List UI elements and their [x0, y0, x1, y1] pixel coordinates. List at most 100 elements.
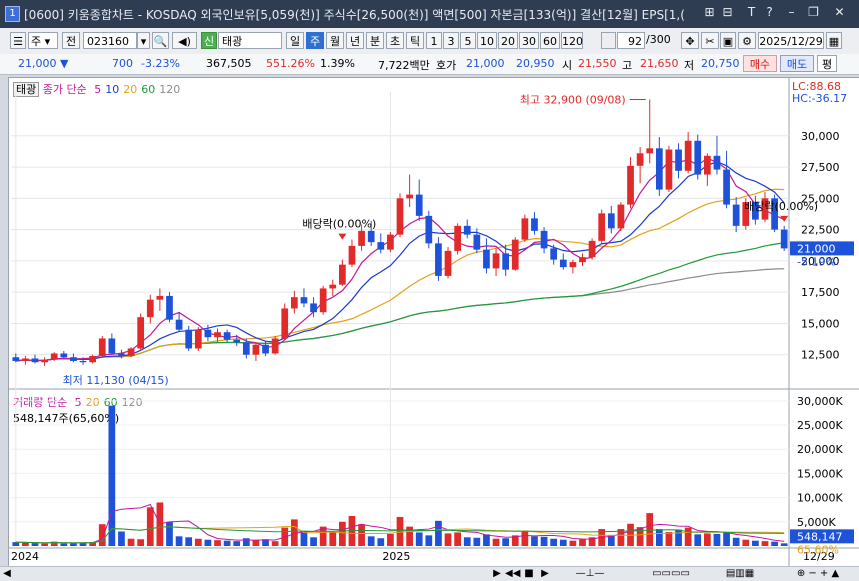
help-icon[interactable]: ?: [762, 5, 777, 20]
save-icon[interactable]: ▣: [720, 32, 736, 49]
minimize-button[interactable]: –: [784, 5, 799, 20]
interval-button-5[interactable]: 5: [460, 32, 476, 49]
volume-bar: [175, 536, 183, 546]
hc-label: HC:-36.17: [792, 92, 847, 105]
candle-body: [137, 317, 145, 349]
period-tab-0[interactable]: 일: [286, 32, 304, 49]
period-tab-5[interactable]: 초: [386, 32, 404, 49]
market-select[interactable]: 전: [62, 32, 80, 49]
sell-button[interactable]: 매도: [780, 55, 814, 72]
app-badge: 1: [5, 6, 20, 22]
volume-bar: [242, 538, 250, 546]
volume-bar: [463, 537, 471, 546]
candle-body: [319, 288, 327, 313]
candle-body: [156, 295, 164, 300]
volume-bar: [223, 540, 231, 546]
interval-button-60[interactable]: 60: [540, 32, 560, 49]
volume-bar: [742, 539, 750, 546]
last-volume-label: 548,147: [797, 530, 843, 543]
volume-bar: [406, 526, 413, 546]
interval-button-30[interactable]: 30: [519, 32, 539, 49]
date-input[interactable]: 2025/12/29: [758, 32, 824, 49]
interval-button-20[interactable]: 20: [498, 32, 518, 49]
close-button[interactable]: ✕: [832, 5, 847, 20]
volume-bar: [137, 539, 145, 546]
candle-body: [636, 153, 644, 166]
volume: 367,505: [206, 57, 252, 70]
candle-body: [598, 213, 606, 241]
count-input[interactable]: 92: [617, 32, 645, 49]
open-label: 시: [562, 59, 573, 72]
volume-bar: [271, 541, 279, 546]
period-tab-6[interactable]: 틱: [406, 32, 424, 49]
rewind-icon[interactable]: ◀◀: [505, 567, 520, 580]
zoom-slider[interactable]: —⊥—: [560, 567, 620, 580]
chart-area[interactable]: 태광 종가 단순 5 10 20 60 120 거래량 단순 5 20 60 120 548,…: [8, 77, 859, 569]
price-chart[interactable]: 12,50015,00017,50020,00022,50025,00027,5…: [9, 78, 859, 568]
candle-body: [454, 225, 461, 251]
layout-icons[interactable]: ▤▥▦: [710, 567, 770, 580]
candle-body: [415, 194, 423, 216]
sound-icon[interactable]: ◀): [172, 32, 197, 49]
title-bar: 1 [0600] 키움종합차트 - KOSDAQ 외국인보유[5,059(천)]…: [0, 0, 859, 28]
candle-body: [290, 297, 298, 309]
candle-body: [511, 239, 519, 270]
volume-bar: [396, 516, 404, 546]
candle-body: [233, 339, 241, 343]
interval-button-3[interactable]: 3: [443, 32, 459, 49]
period-tab-4[interactable]: 분: [366, 32, 384, 49]
volume-bar: [252, 540, 260, 546]
exdiv-annotation: 배당락(0.00%): [744, 200, 818, 213]
font-icon[interactable]: T: [744, 5, 759, 20]
volume-bar: [502, 538, 510, 546]
candle-body: [473, 234, 481, 250]
scroll-left-icon[interactable]: ◀: [0, 567, 14, 580]
volume-bar: [531, 536, 538, 546]
volume-bar: [339, 521, 346, 546]
volume-bar: [665, 531, 673, 546]
candle-body: [675, 149, 682, 171]
volume-bar: [540, 536, 548, 546]
tools-icon[interactable]: ✂: [701, 32, 719, 49]
settings-icon[interactable]: ⚙: [738, 32, 756, 49]
code-dropdown-icon[interactable]: ▾: [137, 32, 150, 49]
interval-button-120[interactable]: 120: [561, 32, 583, 49]
buy-button[interactable]: 매수: [743, 55, 777, 72]
split-icon[interactable]: ⊟: [720, 5, 735, 20]
period-tab-2[interactable]: 월: [326, 32, 344, 49]
chart-type-select[interactable]: 주 ▾: [28, 32, 58, 49]
search-icon[interactable]: 🔍: [152, 32, 169, 49]
crosshair-icon[interactable]: ✥: [681, 32, 699, 49]
calendar-icon[interactable]: ▦: [826, 32, 842, 49]
candle-body: [31, 358, 39, 363]
candle-body: [98, 338, 106, 356]
price-tick-label: 12,500: [801, 349, 840, 362]
zoom-controls[interactable]: ⊕ − + ▲: [788, 567, 848, 580]
view-icons[interactable]: ▭▭▭▭: [636, 567, 706, 580]
forward-icon[interactable]: ▶: [538, 567, 552, 580]
candle-body: [79, 360, 87, 363]
stock-code-input[interactable]: 023160: [83, 32, 137, 49]
candle-body: [579, 257, 586, 263]
period-tab-1[interactable]: 주: [306, 32, 324, 49]
ask-price: 21,000: [466, 57, 505, 70]
menu-icon[interactable]: ☰: [10, 32, 26, 49]
candle-body: [252, 344, 260, 355]
interval-button-10[interactable]: 10: [477, 32, 497, 49]
restore-button[interactable]: ❐: [806, 5, 821, 20]
candle-body: [223, 332, 231, 340]
last-pct-label: -5.19%: [797, 255, 836, 268]
interval-button-1[interactable]: 1: [426, 32, 442, 49]
volume-bar: [723, 532, 730, 546]
avg-button[interactable]: 평: [817, 55, 837, 72]
candle-body: [684, 140, 692, 171]
play-icon[interactable]: ▶: [490, 567, 504, 580]
period-tab-3[interactable]: 년: [346, 32, 364, 49]
layout-icon[interactable]: ⊞: [702, 5, 717, 20]
low-label: 저: [684, 59, 695, 72]
candle-body: [300, 297, 308, 304]
volume-bar: [703, 533, 711, 546]
stop-icon[interactable]: ■: [522, 567, 536, 580]
candle-body: [444, 250, 452, 276]
turnover: 1.39%: [320, 57, 355, 70]
